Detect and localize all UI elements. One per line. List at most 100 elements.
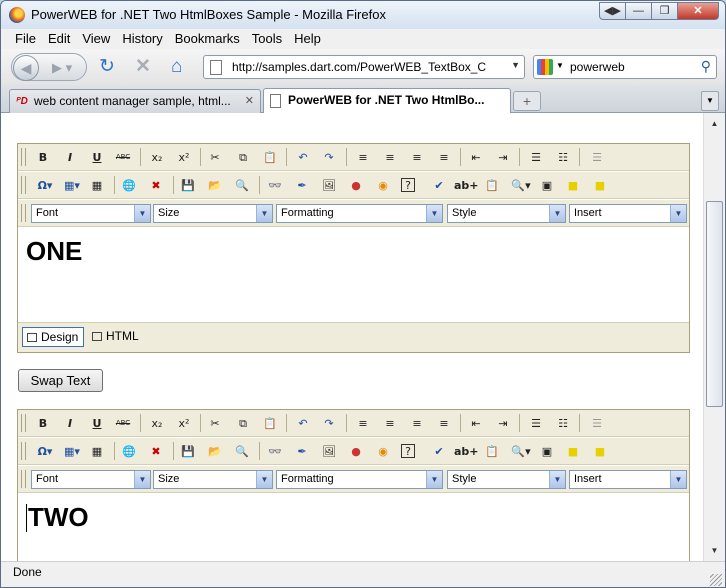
spellcheck-button[interactable]: ✔	[428, 443, 450, 460]
superscript-button[interactable]: x²	[175, 149, 193, 166]
cut-button[interactable]: ✂	[206, 149, 224, 166]
italic-button[interactable]: I	[61, 149, 79, 166]
find-button[interactable]: 👓	[266, 177, 284, 194]
insert-link-button[interactable]: 🌐	[120, 177, 138, 194]
stop-icon[interactable]: ✕	[135, 57, 151, 77]
align-right-button[interactable]: ≡	[408, 415, 426, 432]
bring-forward-button[interactable]: ■	[564, 177, 582, 194]
cut-button[interactable]: ✂	[206, 415, 224, 432]
table-properties-button[interactable]: ▦	[88, 177, 106, 194]
send-backward-button[interactable]: ■	[591, 177, 609, 194]
remove-link-button[interactable]: ✖	[147, 177, 165, 194]
insert-image-button[interactable]: 🖼	[320, 443, 338, 460]
design-mode-button[interactable]: Design	[22, 327, 85, 347]
table-properties-button[interactable]: ▦	[88, 443, 106, 460]
insert-media-button[interactable]: ◉	[374, 177, 392, 194]
redo-button[interactable]: ↷	[320, 149, 338, 166]
maximize-button[interactable]: ❐	[651, 2, 678, 20]
subscript-button[interactable]: x₂	[148, 149, 166, 166]
align-right-button[interactable]: ≡	[408, 149, 426, 166]
special-char-button[interactable]: Ω▾	[32, 443, 58, 460]
preview-button[interactable]: 🔍	[233, 443, 251, 460]
insert-select[interactable]: Insert ▼	[569, 204, 687, 223]
find-replace-button[interactable]: ab+	[454, 443, 479, 460]
insert-table-button[interactable]: ▦▾	[60, 177, 84, 194]
save-button[interactable]: 💾	[179, 177, 197, 194]
horizontal-rule-button[interactable]: ☰	[588, 149, 606, 166]
forward-button[interactable]: ▶ ▾	[52, 60, 72, 76]
editor-two-text[interactable]: TWO	[28, 502, 89, 533]
underline-button[interactable]: U	[88, 149, 106, 166]
align-center-button[interactable]: ≡	[381, 415, 399, 432]
search-icon[interactable]: ⚲	[701, 58, 711, 75]
remove-link-button[interactable]: ✖	[147, 443, 165, 460]
style-select[interactable]: Style ▼	[447, 470, 566, 489]
zoom-button[interactable]: 🔍▾	[508, 177, 534, 194]
font-select[interactable]: Font ▼	[31, 204, 151, 223]
bold-button[interactable]: B	[34, 415, 52, 432]
search-bar[interactable]: ▼ powerweb ⚲	[533, 55, 717, 79]
numbered-list-button[interactable]: ☷	[554, 415, 572, 432]
scroll-down-icon[interactable]: ▼	[706, 542, 723, 559]
menu-edit[interactable]: Edit	[42, 29, 76, 49]
menu-file[interactable]: File	[9, 29, 42, 49]
italic-button[interactable]: I	[61, 415, 79, 432]
save-button[interactable]: 💾	[179, 443, 197, 460]
formatting-select[interactable]: Formatting ▼	[276, 204, 443, 223]
style-select[interactable]: Style ▼	[447, 204, 566, 223]
find-replace-button[interactable]: ab+	[454, 177, 479, 194]
bold-button[interactable]: B	[34, 149, 52, 166]
reload-icon[interactable]: ↻	[99, 57, 115, 77]
close-tab-icon[interactable]: ✕	[245, 94, 254, 107]
insert-table-button[interactable]: ▦▾	[60, 443, 84, 460]
size-select[interactable]: Size ▼	[153, 470, 273, 489]
insert-form-button[interactable]: ▣	[538, 177, 556, 194]
menu-bookmarks[interactable]: Bookmarks	[169, 29, 246, 49]
formatting-select[interactable]: Formatting ▼	[276, 470, 443, 489]
paste-button[interactable]: 📋	[261, 149, 279, 166]
strikethrough-button[interactable]: ABC	[114, 415, 132, 432]
indent-button[interactable]: ⇥	[494, 149, 512, 166]
search-engine-dropdown-icon[interactable]: ▼	[556, 61, 564, 70]
special-char-button[interactable]: Ω▾	[32, 177, 58, 194]
menu-help[interactable]: Help	[288, 29, 327, 49]
swap-text-button[interactable]: Swap Text	[18, 369, 103, 392]
insert-link-button[interactable]: 🌐	[120, 443, 138, 460]
align-left-button[interactable]: ≡	[354, 415, 372, 432]
editor-one-content-area[interactable]: ONE	[18, 228, 689, 322]
justify-button[interactable]: ≡	[435, 149, 453, 166]
editor-two-content-area[interactable]: TWO	[18, 494, 689, 561]
size-select[interactable]: Size ▼	[153, 204, 273, 223]
justify-button[interactable]: ≡	[435, 415, 453, 432]
back-button[interactable]: ◀	[13, 55, 39, 81]
underline-button[interactable]: U	[88, 415, 106, 432]
preview-button[interactable]: 🔍	[233, 177, 251, 194]
redo-button[interactable]: ↷	[320, 415, 338, 432]
insert-flash-button[interactable]: ●	[347, 443, 365, 460]
home-icon[interactable]: ⌂	[171, 57, 182, 77]
insert-image-button[interactable]: 🖼	[320, 177, 338, 194]
insert-select[interactable]: Insert ▼	[569, 470, 687, 489]
paste-word-button[interactable]: 📋	[483, 443, 501, 460]
scrollbar-thumb[interactable]	[706, 201, 723, 407]
vertical-scrollbar[interactable]: ▲ ▼	[703, 113, 725, 561]
new-tab-button[interactable]: +	[513, 91, 541, 111]
url-text[interactable]: http://samples.dart.com/PowerWEB_TextBox…	[232, 60, 490, 74]
open-button[interactable]: 📂	[206, 443, 224, 460]
menu-tools[interactable]: Tools	[246, 29, 288, 49]
restore-tabs-button[interactable]: ◀▶	[599, 2, 626, 20]
scroll-up-icon[interactable]: ▲	[706, 115, 723, 132]
spellcheck-button[interactable]: ✔	[428, 177, 450, 194]
strikethrough-button[interactable]: ABC	[114, 149, 132, 166]
highlight-button[interactable]: ✒	[293, 177, 311, 194]
align-left-button[interactable]: ≡	[354, 149, 372, 166]
copy-button[interactable]: ⧉	[234, 415, 252, 432]
tab-powerweb-sample[interactable]: PowerWEB for .NET Two HtmlBo...	[263, 88, 511, 114]
menu-view[interactable]: View	[76, 29, 116, 49]
outdent-button[interactable]: ⇤	[467, 149, 485, 166]
bullet-list-button[interactable]: ☰	[527, 415, 545, 432]
undo-button[interactable]: ↶	[294, 149, 312, 166]
help-button[interactable]: ?	[401, 178, 415, 192]
help-button[interactable]: ?	[401, 444, 415, 458]
indent-button[interactable]: ⇥	[494, 415, 512, 432]
